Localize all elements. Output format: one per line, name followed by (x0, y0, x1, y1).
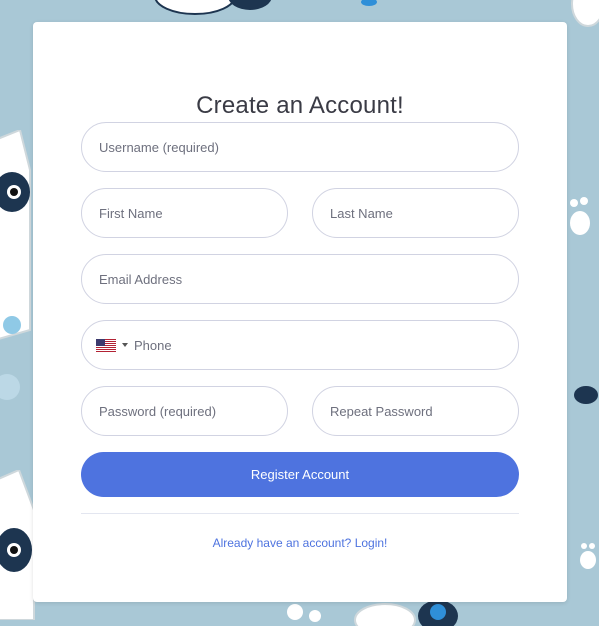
fish-icon (361, 0, 377, 6)
bubble-icon (287, 604, 321, 622)
fish-icon (574, 386, 598, 404)
dog-illustration-icon (154, 0, 272, 15)
first-name-input[interactable]: First Name (81, 188, 288, 238)
divider (81, 513, 519, 514)
repeat-password-placeholder: Repeat Password (330, 403, 433, 419)
email-input[interactable]: Email Address (81, 254, 519, 304)
phone-input[interactable]: Phone (81, 320, 519, 370)
dog-illustration-icon (354, 600, 458, 626)
first-name-placeholder: First Name (99, 205, 163, 221)
chevron-down-icon (122, 343, 128, 347)
bubble-icon (0, 374, 20, 400)
password-input[interactable]: Password (required) (81, 386, 288, 436)
phone-placeholder: Phone (134, 337, 172, 353)
username-placeholder: Username (required) (99, 139, 219, 155)
register-card: Create an Account! Username (required) F… (33, 22, 567, 602)
country-code-dropdown[interactable] (96, 338, 128, 352)
last-name-input[interactable]: Last Name (312, 188, 519, 238)
us-flag-icon (96, 338, 116, 352)
password-placeholder: Password (required) (99, 403, 217, 419)
page-title: Create an Account! (196, 92, 404, 119)
login-link[interactable]: Already have an account? Login! (33, 536, 567, 550)
last-name-placeholder: Last Name (330, 205, 393, 221)
email-placeholder: Email Address (99, 271, 183, 287)
username-input[interactable]: Username (required) (81, 122, 519, 172)
repeat-password-input[interactable]: Repeat Password (312, 386, 519, 436)
register-account-button[interactable]: Register Account (81, 452, 519, 497)
paw-icon (580, 543, 596, 569)
paw-icon (570, 197, 590, 235)
